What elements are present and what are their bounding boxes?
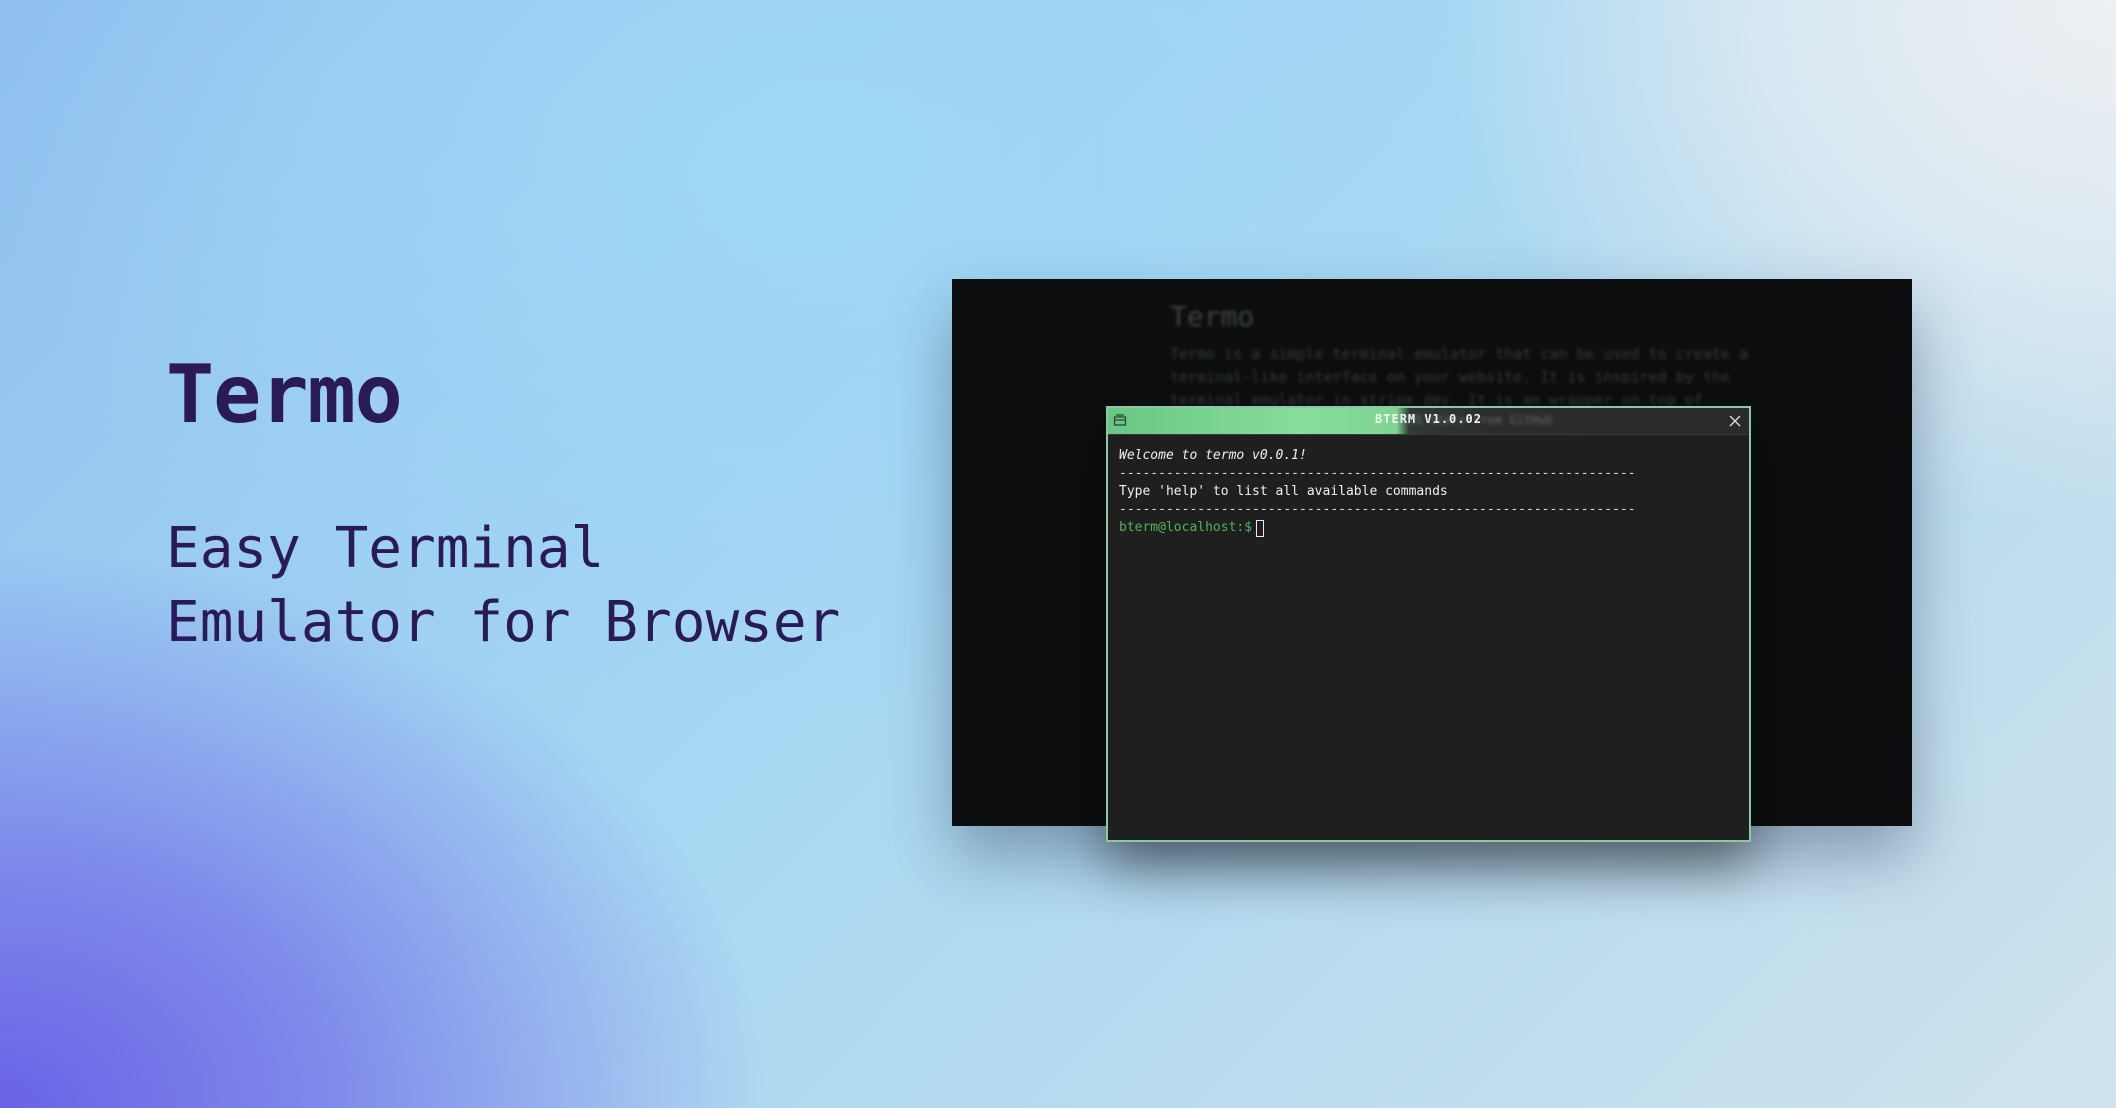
help-message: Type 'help' to list all available comman… xyxy=(1119,484,1448,499)
divider-top: ----------------------------------------… xyxy=(1119,466,1636,481)
hero-title: Termo xyxy=(166,348,403,441)
background-page-title: Termo xyxy=(1170,300,1255,333)
prompt-label: bterm@localhost:$ xyxy=(1119,520,1253,535)
background-page-line-1: Termo is a simple terminal emulator that… xyxy=(1170,345,1748,363)
close-icon[interactable] xyxy=(1727,413,1743,429)
terminal-window[interactable]: OS Stars from GitHub BTERM V1.0.02 Welco… xyxy=(1106,406,1751,842)
welcome-message: Welcome to termo v0.0.1! xyxy=(1119,448,1307,463)
background-page-content: Termo Termo is a simple terminal emulato… xyxy=(1170,299,1790,412)
hero-subtitle-line-2: Emulator for Browser xyxy=(166,590,841,655)
terminal-titlebar[interactable]: OS Stars from GitHub BTERM V1.0.02 xyxy=(1108,408,1749,435)
terminal-title: BTERM V1.0.02 xyxy=(1375,412,1482,426)
hero-subtitle-line-1: Easy Terminal xyxy=(166,516,605,581)
background-page-line-2: terminal-like interface on your website.… xyxy=(1170,368,1730,386)
text-cursor[interactable] xyxy=(1256,519,1265,537)
divider-bottom: ----------------------------------------… xyxy=(1119,502,1636,517)
command-input-line[interactable]: bterm@localhost:$ xyxy=(1119,519,1738,537)
terminal-output[interactable]: Welcome to termo v0.0.1! ---------------… xyxy=(1108,435,1749,545)
hero-subtitle: Easy Terminal Emulator for Browser xyxy=(166,512,840,660)
